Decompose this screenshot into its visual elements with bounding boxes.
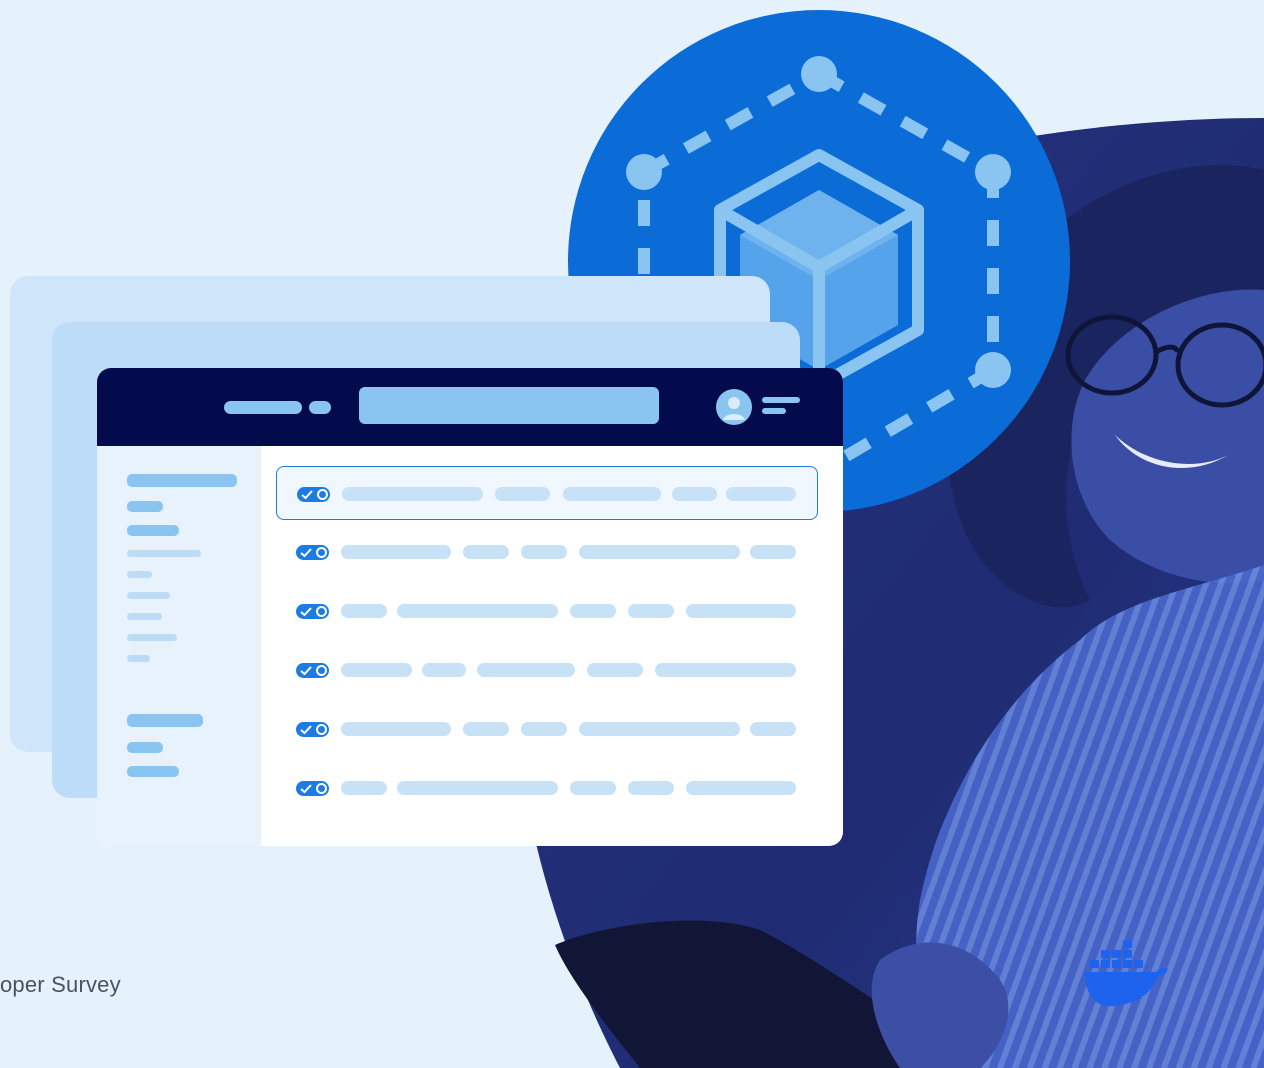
sidebar-item[interactable] — [127, 766, 179, 777]
sidebar-item[interactable] — [127, 742, 163, 753]
sidebar-subitem[interactable] — [127, 613, 162, 620]
check-icon — [300, 725, 312, 735]
sidebar-subitem[interactable] — [127, 634, 177, 641]
check-icon — [300, 548, 312, 558]
sidebar-subitem[interactable] — [127, 655, 150, 662]
row-toggle[interactable] — [296, 781, 329, 796]
row-toggle[interactable] — [296, 663, 329, 678]
survey-caption: oper Survey — [0, 972, 121, 997]
sidebar-subitem[interactable] — [127, 550, 201, 557]
sidebar-item[interactable] — [127, 525, 179, 536]
row-toggle[interactable] — [297, 487, 330, 502]
row-cell — [628, 604, 674, 618]
row-cell — [341, 663, 412, 677]
list-row[interactable] — [276, 525, 818, 579]
row-cell — [570, 781, 616, 795]
row-cell — [686, 781, 796, 795]
row-cell — [341, 604, 387, 618]
row-cell — [686, 604, 796, 618]
sidebar-subitem[interactable] — [127, 571, 152, 578]
row-cell — [397, 604, 558, 618]
sidebar — [97, 446, 261, 846]
list-row[interactable] — [276, 761, 818, 815]
header-logo-placeholder — [224, 401, 302, 414]
menu-lines-icon[interactable] — [762, 397, 800, 417]
row-cell — [463, 545, 509, 559]
check-icon — [300, 784, 312, 794]
row-cell — [628, 781, 674, 795]
row-cell — [563, 487, 661, 501]
check-icon — [301, 490, 313, 500]
row-cell — [750, 722, 796, 736]
row-cell — [397, 781, 558, 795]
sidebar-item[interactable] — [127, 501, 163, 512]
row-cell — [570, 604, 616, 618]
row-cell — [342, 487, 483, 501]
header-logo-dot — [309, 401, 331, 414]
list-row[interactable] — [276, 643, 818, 697]
row-toggle[interactable] — [296, 604, 329, 619]
app-window — [97, 368, 843, 846]
list-row[interactable] — [276, 466, 818, 520]
window-header — [97, 368, 843, 446]
sidebar-subitem[interactable] — [127, 592, 170, 599]
check-icon — [300, 666, 312, 676]
sidebar-item[interactable] — [127, 714, 203, 727]
row-cell — [579, 545, 740, 559]
row-toggle[interactable] — [296, 722, 329, 737]
row-cell — [655, 663, 796, 677]
list-row[interactable] — [276, 702, 818, 756]
row-cell — [750, 545, 796, 559]
row-cell — [341, 545, 451, 559]
check-icon — [300, 607, 312, 617]
list-row[interactable] — [276, 584, 818, 638]
row-cell — [521, 545, 567, 559]
row-cell — [579, 722, 740, 736]
row-cell — [521, 722, 567, 736]
row-cell — [341, 781, 387, 795]
user-avatar-icon[interactable] — [716, 389, 752, 425]
docker-whale-icon — [1084, 940, 1168, 1006]
row-cell — [672, 487, 717, 501]
row-cell — [422, 663, 466, 677]
row-cell — [477, 663, 575, 677]
row-cell — [587, 663, 643, 677]
sidebar-item[interactable] — [127, 474, 237, 487]
row-cell — [463, 722, 509, 736]
row-cell — [341, 722, 451, 736]
row-cell — [726, 487, 796, 501]
row-cell — [495, 487, 550, 501]
row-toggle[interactable] — [296, 545, 329, 560]
search-bar[interactable] — [359, 387, 659, 424]
